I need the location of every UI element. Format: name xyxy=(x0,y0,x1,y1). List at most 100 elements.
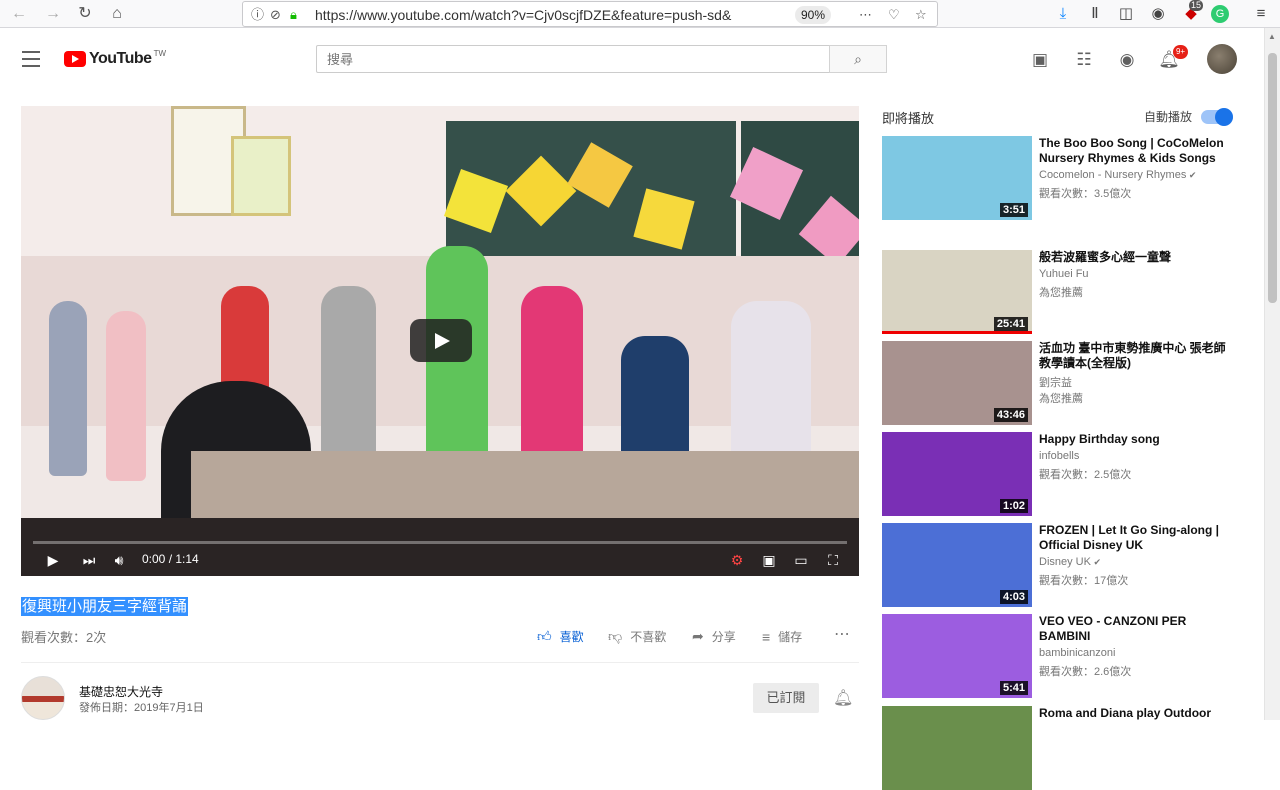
apps-grid-icon[interactable]: ☷ xyxy=(1072,48,1096,72)
duration-badge: 43:46 xyxy=(993,408,1028,422)
divider xyxy=(21,662,859,663)
notification-count-badge: 9+ xyxy=(1173,45,1188,59)
more-actions-icon[interactable]: ⋯ xyxy=(834,624,850,644)
recommended-video[interactable]: 1:02 Happy Birthday song infobells 觀看次數：2.5… xyxy=(882,432,1252,516)
page-actions-icon[interactable]: ⋯ xyxy=(859,6,872,24)
pocket-icon[interactable]: ♡ xyxy=(888,6,900,24)
search-input[interactable] xyxy=(317,46,829,72)
search-button[interactable]: ⌕ xyxy=(829,45,887,73)
channel-name[interactable]: Disney UK xyxy=(1039,556,1091,568)
miniplayer-icon[interactable]: ▣ xyxy=(758,548,780,572)
lock-icon[interactable]: 🔒︎ xyxy=(290,6,297,24)
search-box[interactable] xyxy=(316,45,830,73)
recommended-video[interactable]: 43:46 活血功 臺中市東勢推廣中心 張老師 教學讀本(全程版) 劉宗益為您推薦 xyxy=(882,341,1252,425)
recommended-video[interactable]: 25:41 般若波羅蜜多心經一童聲 Yuhuei Fu 為您推薦 xyxy=(882,250,1252,334)
video-thumbnail[interactable]: 1:02 xyxy=(882,432,1032,516)
video-title-link[interactable]: 活血功 臺中市東勢推廣中心 張老師 教學讀本(全程版) xyxy=(1039,341,1239,371)
permissions-icon[interactable]: ⊘ xyxy=(270,6,281,24)
share-button[interactable]: ➦ 分享 xyxy=(692,628,736,645)
settings-hd-icon[interactable]: ⚙︎ xyxy=(726,548,748,572)
share-label: 分享 xyxy=(711,630,736,644)
info-icon[interactable]: ⓘ xyxy=(251,6,264,24)
url-text[interactable]: https://www.youtube.com/watch?v=Cjv0scjf… xyxy=(315,7,760,23)
recommended-video[interactable]: 5:41 VEO VEO - CANZONI PER BAMBINI bambini… xyxy=(882,614,1252,698)
channel-line: Cocomelon - Nursery Rhymes ✔ xyxy=(1039,169,1196,181)
youtube-logo[interactable]: YouTube TW xyxy=(64,49,166,69)
save-button[interactable]: ≡ 儲存 xyxy=(762,628,802,645)
volume-icon[interactable]: 🔊︎ xyxy=(109,548,129,572)
video-thumbnail[interactable]: 5:41 xyxy=(882,614,1032,698)
youtube-play-icon xyxy=(64,51,86,67)
fullscreen-icon[interactable]: ⛶ xyxy=(822,548,844,572)
recommended-video[interactable]: 4:03 FROZEN | Let It Go Sing-along | Offi… xyxy=(882,523,1252,607)
big-play-button[interactable] xyxy=(410,319,472,362)
channel-name[interactable]: 劉宗益 xyxy=(1039,377,1072,389)
guide-menu-icon[interactable] xyxy=(22,51,42,67)
youtube-masthead: YouTube TW ⌕ ▣ ☷ ◉ 🔔︎ 9+ xyxy=(0,28,1264,90)
download-icon[interactable]: ⤓ xyxy=(1052,3,1074,25)
video-title-link[interactable]: FROZEN | Let It Go Sing-along | Official… xyxy=(1039,523,1239,553)
video-thumbnail[interactable]: 43:46 xyxy=(882,341,1032,425)
subscribed-button[interactable]: 已訂閱 xyxy=(753,683,819,713)
sync-icon[interactable]: ◉ xyxy=(1147,3,1169,25)
scroll-up-icon[interactable]: ▲ xyxy=(1268,32,1276,41)
video-thumbnail[interactable]: 4:03 xyxy=(882,523,1032,607)
publish-date: 發佈日期：2019年7月1日 xyxy=(79,702,204,714)
time-display: 0:00 / 1:14 xyxy=(142,552,199,566)
reload-icon[interactable]: ↻ xyxy=(74,3,96,25)
video-title: 復興班小朋友三字經背誦 xyxy=(21,597,189,616)
video-title-link[interactable]: The Boo Boo Song | CoCoMelon Nursery Rhy… xyxy=(1039,136,1239,166)
grammarly-icon[interactable]: G xyxy=(1211,5,1229,23)
video-thumbnail[interactable]: 3:51 xyxy=(882,136,1032,220)
scene-child xyxy=(106,311,146,481)
play-icon[interactable]: ▶ xyxy=(43,548,63,572)
video-thumbnail[interactable]: 25:41 xyxy=(882,250,1032,334)
player-controls: ▶ ⏭︎ 🔊︎ 0:00 / 1:14 ⚙︎ ▣ ▭ ⛶ xyxy=(21,544,859,576)
bookmark-star-icon[interactable]: ☆ xyxy=(915,6,927,24)
theater-mode-icon[interactable]: ▭ xyxy=(790,548,812,572)
home-icon[interactable]: ⌂ xyxy=(106,3,128,25)
sidebar-icon[interactable]: ◫ xyxy=(1115,3,1137,25)
account-avatar[interactable] xyxy=(1207,44,1237,74)
create-video-icon[interactable]: ▣ xyxy=(1028,48,1052,72)
verified-check-icon: ✔ xyxy=(1186,170,1197,180)
channel-name[interactable]: 基礎忠恕大光寺 xyxy=(79,683,163,700)
channel-line: Yuhuei Fu xyxy=(1039,268,1089,280)
channel-line: bambinicanzoni xyxy=(1039,647,1115,659)
autoplay-toggle[interactable] xyxy=(1201,108,1233,126)
video-title-link[interactable]: 般若波羅蜜多心經一童聲 xyxy=(1039,250,1239,265)
video-meta: 為您推薦 xyxy=(1039,393,1083,405)
like-button[interactable]: 👍︎ 喜歡 xyxy=(537,628,584,645)
scroll-thumb[interactable] xyxy=(1268,53,1277,303)
channel-name[interactable]: Yuhuei Fu xyxy=(1039,268,1089,280)
channel-name[interactable]: Cocomelon - Nursery Rhymes xyxy=(1039,169,1186,181)
video-player[interactable]: ▶ ⏭︎ 🔊︎ 0:00 / 1:14 ⚙︎ ▣ ▭ ⛶ xyxy=(21,106,859,576)
video-meta: 觀看次數：17億次 xyxy=(1039,575,1129,587)
watched-progress-bar xyxy=(882,331,1032,334)
video-meta: 為您推薦 xyxy=(1039,287,1083,299)
video-meta: 觀看次數：2.5億次 xyxy=(1039,469,1132,481)
page-scrollbar[interactable]: ▲ xyxy=(1264,28,1280,720)
channel-name[interactable]: infobells xyxy=(1039,450,1079,462)
video-title-link[interactable]: Happy Birthday song xyxy=(1039,432,1239,447)
video-thumbnail[interactable] xyxy=(882,706,1032,790)
zoom-indicator[interactable]: 90% xyxy=(795,6,832,24)
recommended-video[interactable]: 3:51 The Boo Boo Song | CoCoMelon Nursery… xyxy=(882,136,1252,220)
messages-icon[interactable]: ◉ xyxy=(1115,48,1139,72)
video-title-link[interactable]: VEO VEO - CANZONI PER BAMBINI xyxy=(1039,614,1239,644)
next-icon[interactable]: ⏭︎ xyxy=(79,548,99,572)
scene-poster xyxy=(231,136,291,216)
channel-bell-icon[interactable]: 🔔︎ xyxy=(833,688,853,708)
forward-icon[interactable]: → xyxy=(42,3,64,25)
library-icon[interactable]: Ⅱ xyxy=(1084,3,1106,25)
channel-avatar[interactable] xyxy=(21,676,65,720)
recommended-video[interactable]: Roma and Diana play Outdoor xyxy=(882,706,1252,790)
share-icon: ➦ xyxy=(692,628,704,644)
back-icon[interactable]: ← xyxy=(8,3,30,25)
video-title-link[interactable]: Roma and Diana play Outdoor xyxy=(1039,706,1239,721)
channel-name[interactable]: bambinicanzoni xyxy=(1039,647,1115,659)
hamburger-menu-icon[interactable]: ≡ xyxy=(1250,3,1272,25)
dislike-button[interactable]: 👎︎ 不喜歡 xyxy=(608,628,666,645)
scene-child xyxy=(49,301,87,476)
address-bar[interactable]: ⓘ ⊘ 🔒︎ https://www.youtube.com/watch?v=C… xyxy=(242,1,938,27)
